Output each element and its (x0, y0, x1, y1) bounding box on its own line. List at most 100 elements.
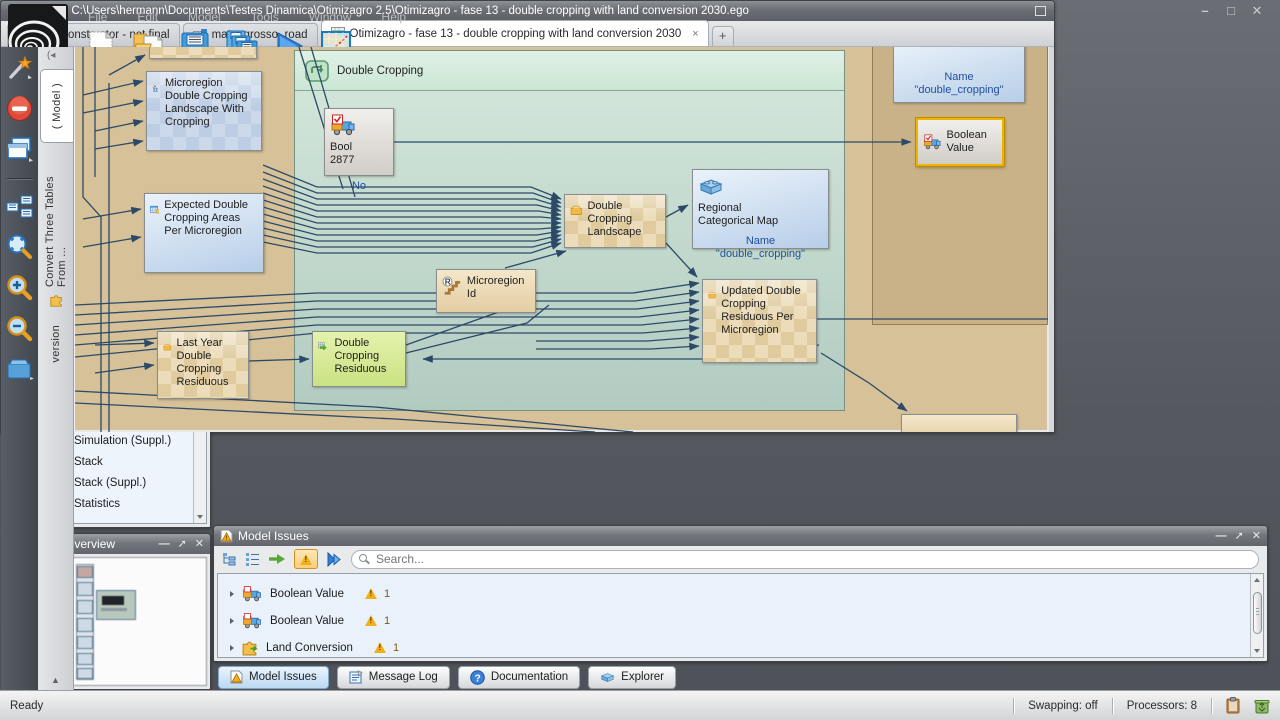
wand-tool-icon[interactable] (7, 55, 33, 81)
overview-close-icon[interactable] (195, 539, 204, 549)
issue-count: 1 (384, 588, 390, 600)
issue-label: Land Conversion (266, 642, 353, 654)
status-ready: Ready (10, 700, 43, 712)
expand-arrow-icon[interactable] (230, 645, 234, 651)
filter-warnings-button[interactable] (294, 549, 318, 569)
library-item-label: Stack (74, 456, 103, 468)
list-view-icon[interactable] (245, 552, 260, 566)
lego-brick-icon (698, 175, 724, 197)
menu-help[interactable]: Help (377, 8, 410, 26)
issues-scroll-thumb[interactable] (1253, 592, 1262, 634)
node-microregion-double-cropping-landscape[interactable]: π Microregion Double Cropping Landscape … (146, 71, 262, 151)
issues-icon (230, 670, 243, 684)
zoom-fit-tool-icon[interactable] (6, 233, 33, 260)
tab-model-label: ( Model ) (51, 83, 63, 129)
issue-count: 1 (393, 642, 399, 654)
menu-model[interactable]: Model (184, 8, 225, 26)
issues-search-input[interactable] (351, 550, 1259, 569)
overview-minimize-icon[interactable] (159, 539, 170, 549)
table-shield-icon (150, 199, 159, 221)
issues-float-icon[interactable] (1235, 531, 1244, 541)
dock-tab-documentation[interactable]: ? Documentation (458, 666, 580, 689)
node-label: Regional Categorical Map (698, 202, 794, 228)
issues-scrollbar[interactable] (1250, 574, 1263, 657)
node-microregion-id[interactable]: R Microregion Id (436, 269, 536, 313)
node-label: Last Year Double Cropping Residuous (177, 337, 243, 389)
node-label: Microregion Id (467, 275, 530, 301)
node-double-cropping-residuous[interactable]: Double Cropping Residuous (312, 331, 406, 387)
collapse-strip-icon[interactable]: (◂ (47, 50, 55, 61)
node-bool-2877[interactable]: Bool 2877 No (324, 108, 394, 176)
tab-model[interactable]: ( Model ) (40, 69, 73, 143)
issues-panel-header[interactable]: ! Model Issues (214, 526, 1267, 546)
truck-value-icon (241, 612, 263, 629)
issues-minimize-icon[interactable] (1216, 531, 1227, 541)
tree-view-icon[interactable] (222, 552, 237, 566)
zoom-in-tool-icon[interactable] (6, 274, 33, 301)
issues-search (351, 550, 1259, 569)
tab-version[interactable]: version (41, 325, 71, 363)
region-id-icon: R (442, 275, 462, 297)
node-name-double-cropping[interactable]: Name "double_cropping" (893, 47, 1025, 103)
menu-window[interactable]: Window (305, 8, 356, 26)
status-swapping: Swapping: off (1028, 700, 1097, 712)
svg-text:!: ! (225, 536, 227, 542)
library-item-label: Statistics (74, 498, 120, 510)
remove-tool-icon[interactable] (6, 95, 33, 122)
node-boolean-value[interactable]: Boolean Value (916, 118, 1004, 166)
issue-row[interactable]: Boolean Value 1 (218, 607, 1250, 634)
calculate-map-icon: π (152, 77, 160, 101)
close-window-icon[interactable] (1250, 6, 1264, 18)
filter-run-icon[interactable] (326, 552, 343, 567)
scroll-down-icon[interactable] (197, 515, 203, 519)
toolbar-separator (7, 178, 33, 179)
menu-edit[interactable]: Edit (133, 8, 162, 26)
expand-arrow-icon[interactable] (230, 618, 234, 624)
tab-convert-three-tables[interactable]: Convert Three Tables From ... (41, 169, 71, 307)
node-value: No (330, 180, 388, 193)
node-last-year-double-cropping-residuous[interactable]: Last Year Double Cropping Residuous (157, 331, 249, 399)
issue-row[interactable]: Boolean Value 1 (218, 580, 1250, 607)
issue-row[interactable]: Land Conversion 1 (218, 634, 1250, 661)
node-cut-off-top[interactable] (149, 47, 257, 59)
dock-tab-explorer[interactable]: Explorer (588, 666, 676, 689)
zoom-out-tool-icon[interactable] (6, 315, 33, 342)
node-updated-double-cropping-residuous[interactable]: Updated Double Cropping Residuous Per Mi… (702, 279, 817, 363)
go-to-icon[interactable] (268, 552, 286, 566)
paste-windows-tool-icon[interactable] (6, 136, 34, 162)
expand-arrow-icon[interactable] (230, 591, 234, 597)
close-tab-icon[interactable]: × (692, 28, 698, 40)
warning-icon (300, 554, 312, 565)
dock-tab-bar: Model Issues Message Log ? Documentation… (213, 664, 1268, 690)
container-tool-icon[interactable] (5, 356, 35, 381)
warning-icon (365, 615, 377, 626)
issues-close-icon[interactable] (1252, 531, 1261, 541)
issue-count: 1 (384, 615, 390, 627)
node-regional-categorical-map[interactable]: Regional Categorical Map Name "double_cr… (692, 169, 829, 249)
minimize-window-icon[interactable] (1198, 6, 1212, 18)
node-label: Boolean Value (947, 129, 997, 155)
node-expected-double-cropping-areas[interactable]: Expected Double Cropping Areas Per Micro… (144, 193, 264, 273)
scroll-down-icon[interactable] (1254, 649, 1260, 653)
node-cut-off-bottom[interactable] (901, 414, 1017, 432)
application-window: File Edit Model Tools Window Help (0, 0, 1280, 720)
clipboard-icon[interactable] (1226, 697, 1240, 714)
truck-value-icon (241, 585, 263, 602)
auto-layout-tool-icon[interactable] (6, 195, 34, 219)
menu-tools[interactable]: Tools (247, 8, 283, 26)
dock-tab-message-log[interactable]: Message Log (337, 666, 450, 689)
table-arrow-icon (318, 337, 329, 357)
dock-tab-model-issues[interactable]: Model Issues (218, 666, 329, 689)
menu-file[interactable]: File (84, 8, 111, 26)
issues-panel-title: Model Issues (238, 529, 309, 543)
node-double-cropping-landscape[interactable]: Double Cropping Landscape (564, 194, 666, 248)
help-icon: ? (470, 670, 485, 685)
maximize-window-icon[interactable] (1224, 6, 1238, 18)
search-icon (359, 554, 367, 562)
scroll-up-icon[interactable] (1254, 578, 1260, 582)
overview-float-icon[interactable] (178, 539, 187, 549)
recycle-bin-icon[interactable] (1254, 698, 1270, 714)
new-tab-button[interactable]: + (712, 26, 734, 46)
model-canvas[interactable]: Double Cropping (74, 47, 1049, 432)
sketch-maximize-icon[interactable] (1035, 6, 1046, 16)
